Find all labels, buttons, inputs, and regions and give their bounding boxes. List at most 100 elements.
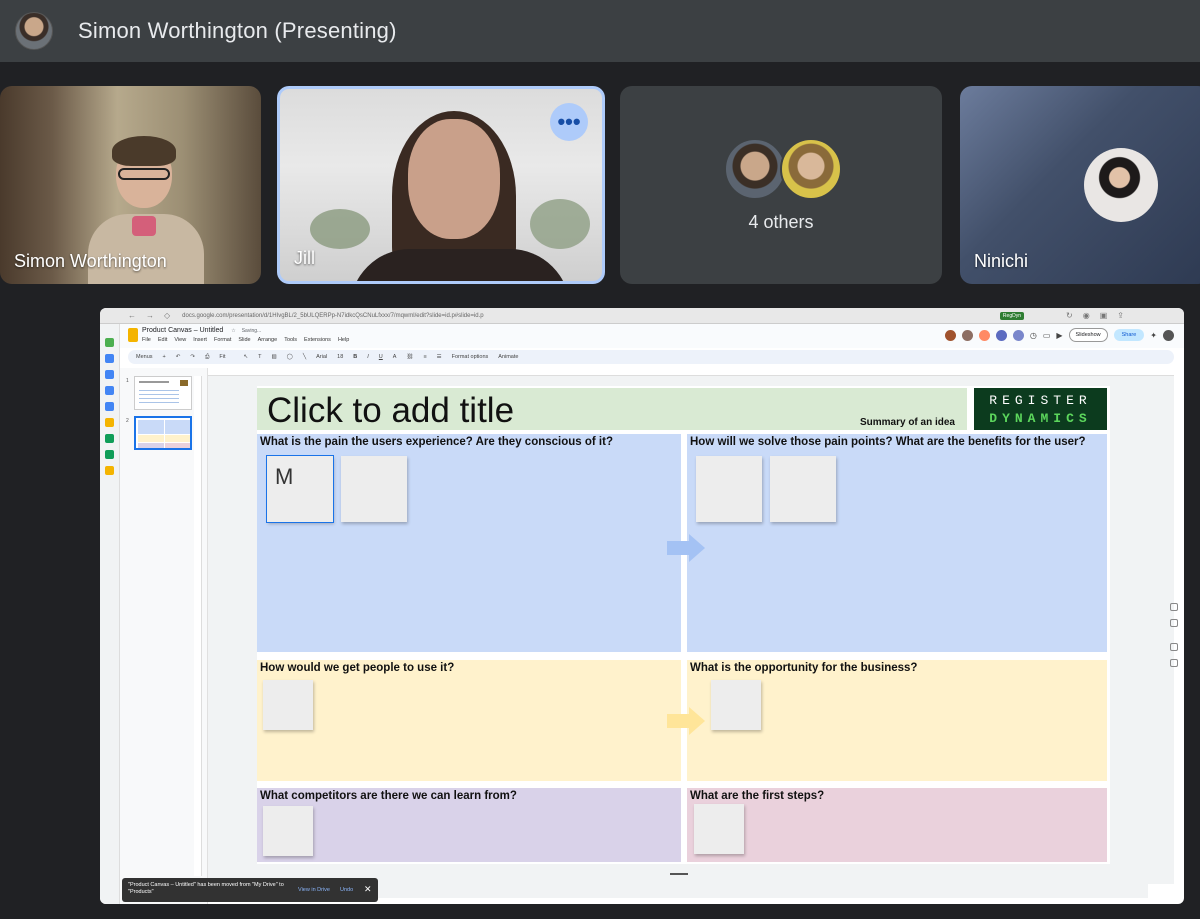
quadrant-competitors[interactable]: What competitors are there we can learn … [257,788,681,862]
sticky-note[interactable] [341,456,407,522]
link-icon[interactable]: ⛓ [406,354,413,360]
close-icon[interactable]: ✕ [364,884,372,895]
quadrant-opportunity[interactable]: What is the opportunity for the business… [687,660,1107,781]
menu-format[interactable]: Format [214,337,231,343]
menu-view[interactable]: View [174,337,186,343]
quadrant-first-steps[interactable]: What are the first steps? [687,788,1107,862]
slideshow-button[interactable]: Slideshow [1068,328,1108,342]
collaborator-avatar[interactable] [978,329,990,341]
keep-icon[interactable] [1170,619,1178,627]
sticky-note[interactable]: M [266,455,334,523]
font-select[interactable]: Arial [316,354,327,360]
camera-icon[interactable]: ◉ [1083,311,1090,320]
italic-icon[interactable]: I [367,354,369,360]
font-size-input[interactable]: 18 [337,354,343,360]
slide[interactable]: Click to add title Summary of an idea RE… [257,386,1110,864]
undo-icon[interactable]: ↶ [176,354,181,360]
reload-icon[interactable]: ↻ [1066,311,1073,320]
format-options-button[interactable]: Format options [452,354,489,360]
calendar-icon[interactable] [1170,603,1178,611]
menu-extensions[interactable]: Extensions [304,337,331,343]
back-icon[interactable]: ← [128,311,136,320]
text-color-icon[interactable]: A [393,354,397,360]
menu-slide[interactable]: Slide [238,337,250,343]
comment-icon[interactable]: ▭ [1043,331,1051,340]
speaker-notes-handle[interactable] [670,873,688,875]
search-menus[interactable]: Menus [136,354,153,360]
app-icon[interactable] [105,370,114,379]
app-icon[interactable] [105,354,114,363]
collaborator-avatar[interactable] [995,329,1007,341]
more-options-button[interactable]: ••• [550,103,588,141]
document-title-text[interactable]: Product Canvas – Untitled [142,327,223,334]
menu-edit[interactable]: Edit [158,337,167,343]
app-icon[interactable] [105,434,114,443]
slide-thumbnail-1[interactable] [134,376,192,410]
collaborator-avatar[interactable] [1012,329,1024,341]
share-icon[interactable]: ⇪ [1117,311,1124,320]
app-icon[interactable] [105,338,114,347]
participant-tile-simon[interactable]: Simon Worthington [0,86,261,284]
title-placeholder[interactable]: Click to add title Summary of an idea [257,388,967,430]
textbox-icon[interactable]: T [258,354,261,360]
sticky-text[interactable]: M [275,464,293,490]
extensions-icon[interactable]: ▣ [1100,311,1108,320]
bold-icon[interactable]: B [353,354,357,360]
menu-help[interactable]: Help [338,337,349,343]
participant-tile-jill[interactable]: ••• Jill [277,86,605,284]
app-icon[interactable] [105,450,114,459]
slide-thumbnail-2[interactable] [134,416,192,450]
zoom-select[interactable]: Fit [219,354,225,360]
history-icon[interactable]: ◷ [1030,331,1037,340]
tasks-icon[interactable] [1170,643,1178,651]
app-icon[interactable] [105,418,114,427]
collaborator-avatar[interactable] [944,329,956,341]
logo-line-2: DYNAMICS [989,411,1092,426]
image-icon[interactable]: ▨ [271,354,276,360]
quadrant-adoption[interactable]: How would we get people to use it? [257,660,681,781]
star-icon[interactable]: ☆ [231,328,235,334]
extension-badge[interactable]: RegDyn [999,312,1024,320]
app-icon[interactable] [105,466,114,475]
line-icon[interactable]: ╲ [303,354,306,360]
participant-tile-others[interactable]: 4 others [620,86,942,284]
quadrant-solve[interactable]: How will we solve those pain points? Wha… [687,434,1107,652]
list-icon[interactable]: ☰ [437,354,442,360]
contacts-icon[interactable] [1170,659,1178,667]
app-icon[interactable] [105,402,114,411]
animate-button[interactable]: Animate [498,354,518,360]
menu-arrange[interactable]: Arrange [258,337,278,343]
document-title[interactable]: Product Canvas – Untitled ☆ Saving... [142,327,261,334]
sticky-note[interactable] [694,804,744,854]
menu-tools[interactable]: Tools [284,337,297,343]
meet-icon[interactable]: ▶ [1056,331,1062,340]
share-button[interactable]: Share [1113,329,1145,341]
print-icon[interactable]: ⎙ [205,354,209,361]
participant-tile-ninichi[interactable]: Ninichi [960,86,1200,284]
shape-icon[interactable]: ◯ [287,354,293,360]
sticky-note[interactable] [696,456,762,522]
sticky-note[interactable] [263,680,313,730]
sticky-note[interactable] [770,456,836,522]
align-icon[interactable]: ≡ [423,354,426,360]
menu-insert[interactable]: Insert [193,337,207,343]
account-avatar[interactable] [1163,329,1174,341]
redo-icon[interactable]: ↷ [190,354,195,360]
collaborator-avatar[interactable] [961,329,973,341]
gemini-icon[interactable]: ✦ [1150,331,1157,340]
new-slide-icon[interactable]: + [163,354,166,360]
forward-icon[interactable]: → [146,311,154,320]
slide-title[interactable]: Click to add title [267,391,514,431]
header-actions: ◷ ▭ ▶ Slideshow Share ✦ [944,328,1174,342]
view-in-drive-link[interactable]: View in Drive [298,887,330,893]
select-icon[interactable]: ↖ [243,354,248,360]
menu-file[interactable]: File [142,337,151,343]
quadrant-pain[interactable]: What is the pain the users experience? A… [257,434,681,652]
underline-icon[interactable]: U [379,354,383,360]
address-bar[interactable]: docs.google.com/presentation/d/1HIvgBL/2… [182,313,484,319]
sticky-note[interactable] [263,806,313,856]
sticky-note[interactable] [711,680,761,730]
app-icon[interactable] [105,386,114,395]
undo-link[interactable]: Undo [340,887,353,893]
slides-logo-icon[interactable] [128,328,138,342]
